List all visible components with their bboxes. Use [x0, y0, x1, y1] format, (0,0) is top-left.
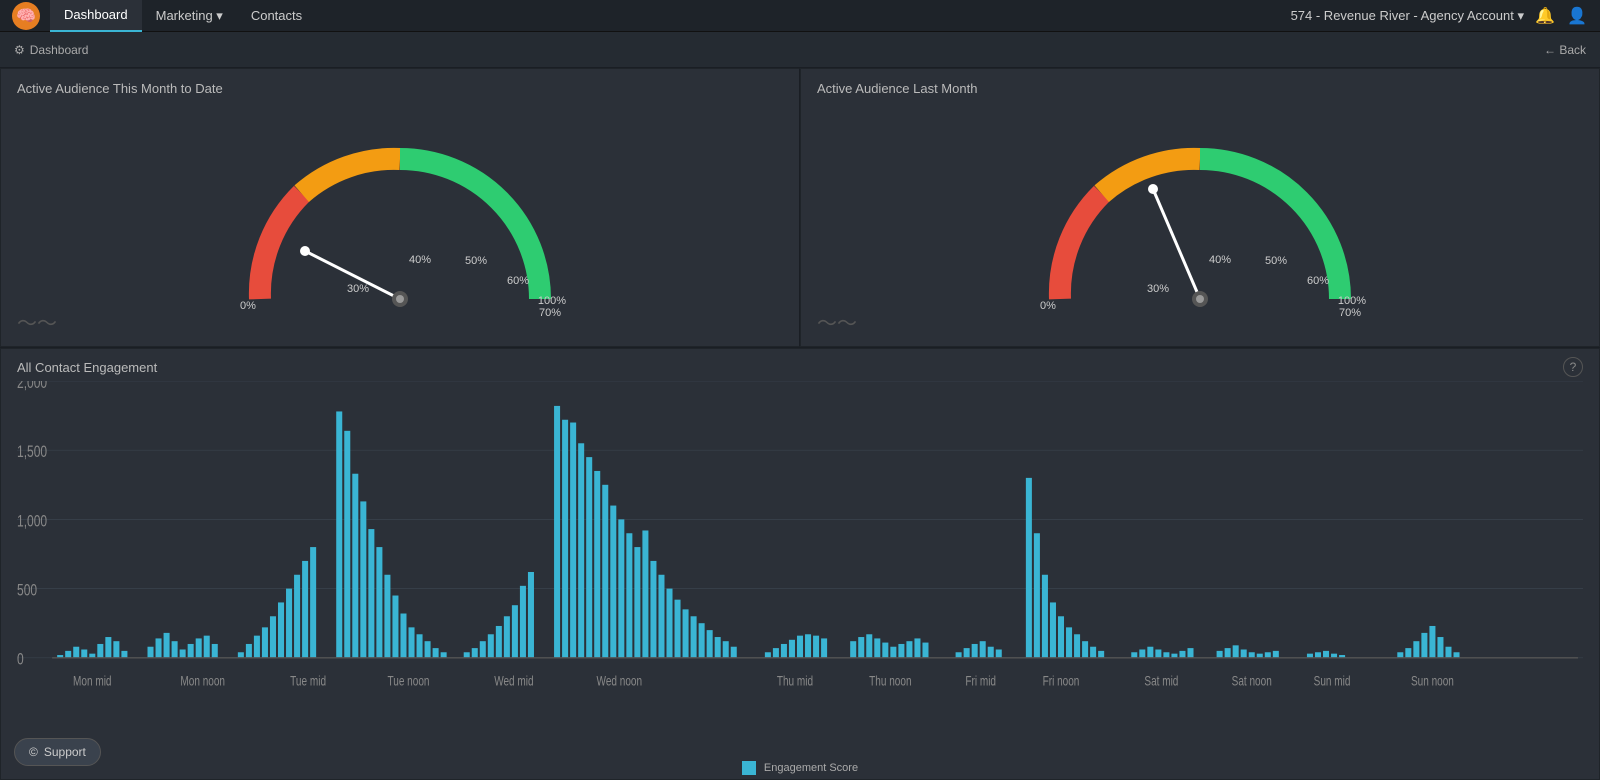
- nav-item-marketing[interactable]: Marketing ▾: [142, 0, 237, 32]
- svg-text:70%: 70%: [1339, 307, 1361, 319]
- gauge-title-left: Active Audience This Month to Date: [17, 81, 783, 96]
- svg-text:0: 0: [17, 651, 24, 669]
- brain-icon: 🧠: [16, 6, 36, 26]
- svg-text:100%: 100%: [538, 295, 566, 307]
- svg-text:Fri mid: Fri mid: [965, 673, 996, 689]
- engagement-title: All Contact Engagement: [17, 360, 157, 375]
- gauge-svg-left: 0% 10% 20% 30% 40% 50% 60% 70% 8: [210, 109, 590, 329]
- svg-text:500: 500: [17, 582, 37, 600]
- top-navigation: 🧠 Dashboard Marketing ▾ Contacts 574 - R…: [0, 0, 1600, 32]
- svg-text:2,000: 2,000: [17, 381, 47, 392]
- svg-text:40%: 40%: [1209, 254, 1231, 266]
- gauge-title-right: Active Audience Last Month: [817, 81, 1583, 96]
- support-icon: ©: [29, 745, 38, 759]
- svg-text:Sun mid: Sun mid: [1314, 673, 1351, 689]
- svg-text:100%: 100%: [1338, 295, 1366, 307]
- svg-text:Wed mid: Wed mid: [494, 673, 533, 689]
- breadcrumb: ⚙ Dashboard: [14, 43, 88, 57]
- svg-text:50%: 50%: [1265, 255, 1287, 267]
- legend-color-box: [742, 761, 756, 775]
- svg-text:Mon noon: Mon noon: [180, 673, 225, 689]
- svg-text:70%: 70%: [539, 307, 561, 319]
- back-button[interactable]: ← Back: [1544, 43, 1586, 57]
- svg-text:Tue noon: Tue noon: [387, 673, 429, 689]
- svg-text:30%: 30%: [347, 283, 369, 295]
- gauge-section: Active Audience This Month to Date 0%: [0, 68, 1600, 348]
- engagement-section: All Contact Engagement ? 2,000 1,500 1,0…: [0, 348, 1600, 780]
- svg-text:50%: 50%: [465, 255, 487, 267]
- notification-bell[interactable]: 🔔: [1534, 5, 1556, 27]
- engagement-chart-svg: 2,000 1,500 1,000 500 0: [17, 381, 1583, 727]
- chart-area: 2,000 1,500 1,000 500 0: [17, 381, 1583, 757]
- svg-text:Mon mid: Mon mid: [73, 673, 111, 689]
- svg-text:0%: 0%: [240, 300, 256, 312]
- svg-text:Thu noon: Thu noon: [869, 673, 911, 689]
- svg-text:20%: 20%: [301, 328, 323, 329]
- svg-text:Thu mid: Thu mid: [777, 673, 813, 689]
- chart-legend: Engagement Score: [17, 757, 1583, 779]
- nav-item-contacts[interactable]: Contacts: [237, 0, 316, 32]
- svg-text:Fri noon: Fri noon: [1043, 673, 1080, 689]
- gauge-panel-last-month: Active Audience Last Month 0% 10% 20% 30…: [800, 68, 1600, 347]
- account-selector[interactable]: 574 - Revenue River - Agency Account ▾: [1291, 8, 1524, 24]
- nav-items: Dashboard Marketing ▾ Contacts: [50, 0, 1291, 32]
- gauge-display-left: 0% 10% 20% 30% 40% 50% 60% 70% 8: [17, 100, 783, 338]
- svg-text:Sat mid: Sat mid: [1144, 673, 1178, 689]
- svg-text:1,000: 1,000: [17, 513, 47, 531]
- gauge-display-right: 0% 10% 20% 30% 40% 50% 60% 70% 80% 90% 1…: [817, 100, 1583, 338]
- gauge-svg-right: 0% 10% 20% 30% 40% 50% 60% 70% 80% 90% 1…: [1010, 109, 1390, 329]
- help-icon[interactable]: ?: [1563, 357, 1583, 377]
- svg-text:0%: 0%: [1040, 300, 1056, 312]
- support-button[interactable]: © Support: [14, 738, 101, 766]
- svg-text:40%: 40%: [409, 254, 431, 266]
- svg-text:Sun noon: Sun noon: [1411, 673, 1454, 689]
- nav-item-dashboard[interactable]: Dashboard: [50, 0, 142, 32]
- gauge-panel-current-month: Active Audience This Month to Date 0%: [0, 68, 800, 347]
- dashboard-icon: ⚙: [14, 43, 25, 57]
- engagement-header: All Contact Engagement ?: [17, 357, 1583, 377]
- legend-label: Engagement Score: [764, 762, 858, 774]
- nav-right: 574 - Revenue River - Agency Account ▾ 🔔…: [1291, 5, 1588, 27]
- gauge-wave-right: 〜〜: [817, 307, 857, 336]
- svg-text:60%: 60%: [1307, 275, 1329, 287]
- svg-text:1,500: 1,500: [17, 443, 47, 461]
- svg-text:Tue mid: Tue mid: [290, 673, 326, 689]
- breadcrumb-bar: ⚙ Dashboard ← Back: [0, 32, 1600, 68]
- nav-logo: 🧠: [12, 2, 40, 30]
- gauge-wave-left: 〜〜: [17, 307, 57, 336]
- svg-text:Wed noon: Wed noon: [597, 673, 643, 689]
- svg-text:30%: 30%: [1147, 283, 1169, 295]
- svg-text:20%: 20%: [1101, 328, 1123, 329]
- svg-text:Sat noon: Sat noon: [1232, 673, 1272, 689]
- user-avatar[interactable]: 👤: [1566, 5, 1588, 27]
- main-content: Active Audience This Month to Date 0%: [0, 68, 1600, 780]
- svg-text:60%: 60%: [507, 275, 529, 287]
